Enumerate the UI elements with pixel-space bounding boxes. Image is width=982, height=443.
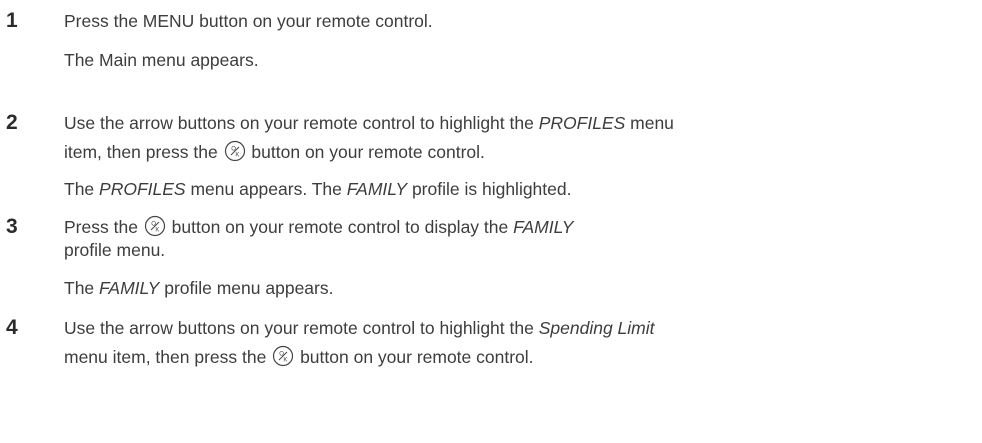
step-instruction-line-1: Use the arrow buttons on your remote con… (64, 113, 674, 133)
step-number: 2 (6, 111, 18, 134)
ok-button-icon: OK (224, 140, 246, 169)
step-instruction-line-2: menu item, then press the OK button on y… (64, 344, 534, 374)
step-result: The Main menu appears. (64, 50, 259, 70)
step-result: The PROFILES menu appears. The FAMILY pr… (64, 179, 572, 199)
step-instruction: Press the MENU button on your remote con… (64, 11, 433, 31)
svg-text:K: K (155, 227, 159, 233)
step-number: 4 (6, 316, 18, 339)
step-number: 1 (6, 9, 18, 32)
svg-text:K: K (284, 357, 288, 363)
step-result: The FAMILY profile menu appears. (64, 278, 334, 298)
step-number: 3 (6, 215, 18, 238)
svg-text:K: K (235, 152, 239, 158)
ok-button-icon: OK (272, 345, 294, 374)
step-instruction-line-2: item, then press the OK button on your r… (64, 139, 485, 169)
step-instruction-line-2: profile menu. (64, 240, 166, 260)
step-instruction-line-1: Use the arrow buttons on your remote con… (64, 318, 655, 338)
